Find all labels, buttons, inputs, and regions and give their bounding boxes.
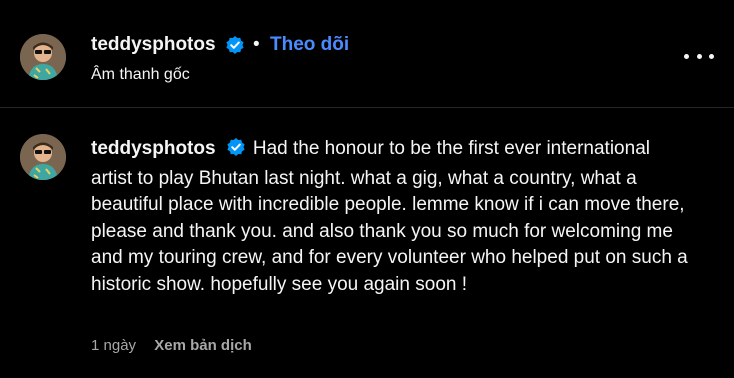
original-audio-link[interactable]: Âm thanh gốc bbox=[91, 66, 190, 84]
verified-badge-icon bbox=[225, 35, 245, 60]
more-dot bbox=[709, 53, 714, 59]
avatar[interactable] bbox=[20, 34, 66, 80]
follow-button[interactable]: Theo dõi bbox=[270, 34, 349, 56]
avatar[interactable] bbox=[20, 134, 66, 180]
see-translation-button[interactable]: Xem bản dịch bbox=[154, 337, 252, 354]
separator-dot: • bbox=[253, 34, 260, 55]
verified-badge-icon bbox=[226, 137, 246, 166]
username[interactable]: teddysphotos bbox=[91, 138, 216, 159]
timestamp: 1 ngày bbox=[91, 337, 137, 354]
post-header: teddysphotos • Theo dõi Âm thanh gốc bbox=[0, 0, 734, 108]
more-options-icon[interactable] bbox=[684, 45, 714, 67]
more-dot bbox=[684, 53, 689, 59]
caption-text-block: teddysphotos Had the honour to be the fi… bbox=[91, 136, 691, 298]
caption-text: Had the honour to be the first ever inte… bbox=[91, 138, 688, 295]
more-dot bbox=[696, 53, 702, 59]
comment-meta: 1 ngày Xem bản dịch bbox=[91, 337, 252, 354]
username[interactable]: teddysphotos bbox=[91, 34, 216, 56]
